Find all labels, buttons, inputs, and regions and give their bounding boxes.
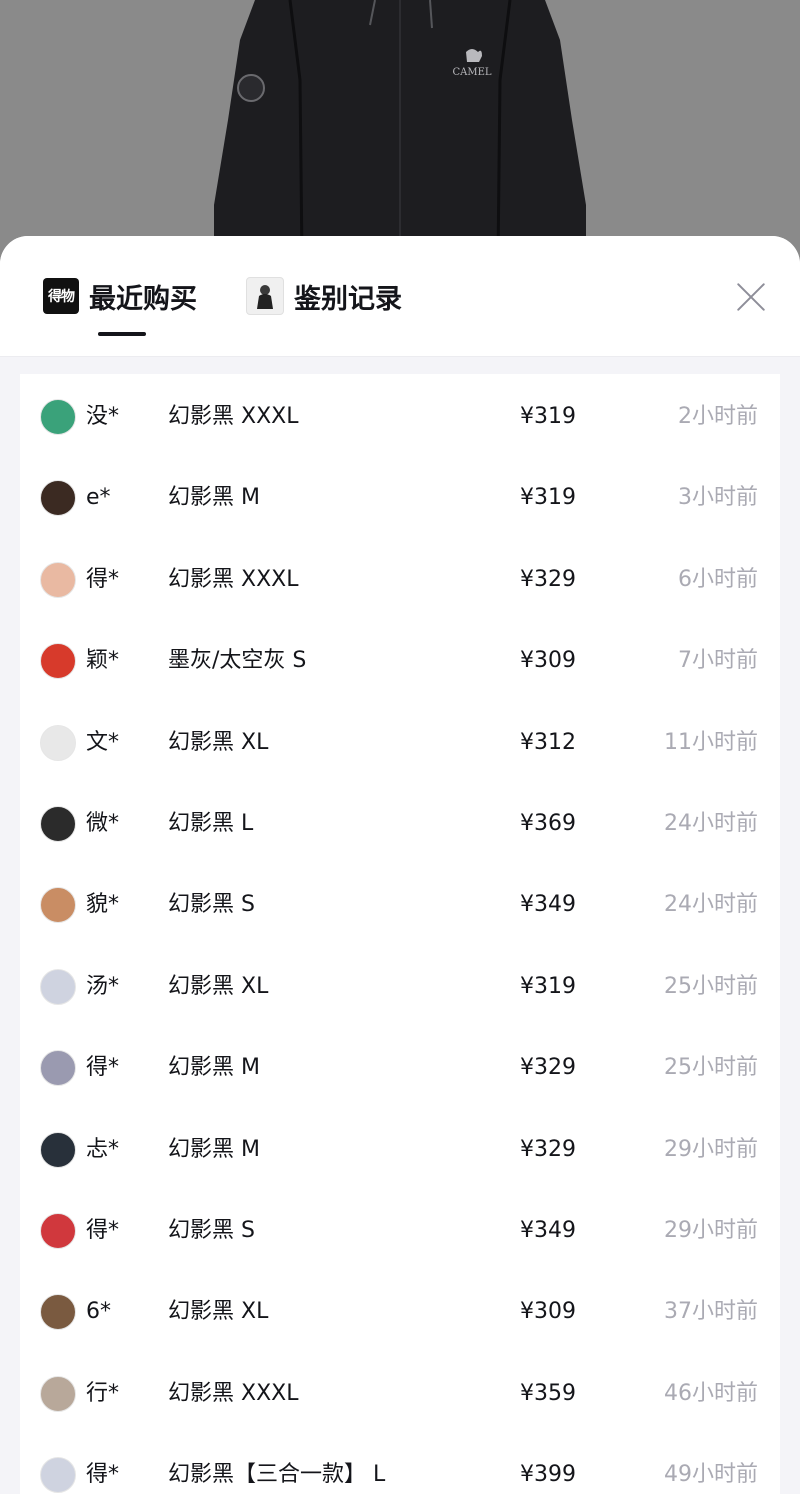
- purchase-time: 25小时前: [664, 1055, 758, 1081]
- purchase-time: 25小时前: [664, 973, 758, 999]
- buyer-name: 得*: [86, 1055, 120, 1081]
- avatar: [40, 1294, 76, 1331]
- purchase-row[interactable]: 汤* 幻影黑 XL ¥319 25小时前: [20, 946, 780, 1027]
- purchase-price: ¥319: [520, 485, 576, 511]
- avatar: [40, 1131, 76, 1168]
- avatar: [40, 887, 76, 924]
- avatar: [40, 968, 76, 1005]
- avatar: [40, 480, 76, 517]
- product-spec: 幻影黑 XXXL: [168, 566, 299, 592]
- purchase-row[interactable]: 得* 幻影黑 S ¥349 29小时前: [20, 1190, 780, 1271]
- purchase-price: ¥319: [520, 973, 576, 999]
- product-spec: 幻影黑 XXXL: [168, 1380, 299, 1406]
- buyer-name: 貌*: [86, 892, 120, 918]
- product-spec: 幻影黑 XL: [168, 1299, 269, 1325]
- purchase-row[interactable]: 忐* 幻影黑 M ¥329 29小时前: [20, 1109, 780, 1190]
- avatar: [40, 724, 76, 761]
- purchase-row[interactable]: 颖* 墨灰/太空灰 S ¥309 7小时前: [20, 620, 780, 701]
- purchase-time: 7小时前: [678, 648, 758, 674]
- purchase-price: ¥349: [520, 1218, 576, 1243]
- purchase-time: 24小时前: [664, 892, 758, 918]
- jacket-thumbnail-icon: [246, 277, 284, 315]
- product-spec: 幻影黑【三合一款】 L: [168, 1462, 386, 1488]
- avatar: [40, 1375, 76, 1412]
- product-spec: 幻影黑 XL: [168, 973, 269, 999]
- buyer-name: 得*: [86, 566, 120, 592]
- buyer-name: 得*: [86, 1462, 120, 1488]
- buyer-name: 行*: [86, 1380, 120, 1406]
- purchase-row[interactable]: e* 幻影黑 M ¥319 3小时前: [20, 457, 780, 538]
- tab-label: 最近购买: [89, 283, 197, 315]
- purchase-row[interactable]: 没* 幻影黑 XXXL ¥319 2小时前: [20, 376, 780, 457]
- buyer-name: 6*: [86, 1299, 111, 1325]
- purchase-time: 49小时前: [664, 1462, 758, 1488]
- purchase-price: ¥369: [520, 811, 576, 836]
- avatar: [40, 1213, 76, 1249]
- recent-purchases-sheet: 得物 最近购买 鉴别记录 没* 幻影黑 XXXL ¥319 2小时前 e* 幻影黑 M ¥3…: [0, 236, 800, 1494]
- buyer-name: 文*: [86, 729, 120, 755]
- purchase-row[interactable]: 微* 幻影黑 L ¥369 24小时前: [20, 783, 780, 864]
- product-spec: 幻影黑 XXXL: [168, 404, 299, 429]
- active-tab-indicator: [98, 332, 146, 336]
- jacket-image: CAMEL: [0, 0, 800, 260]
- purchase-row[interactable]: 得* 幻影黑 M ¥329 25小时前: [20, 1027, 780, 1108]
- purchase-time: 29小时前: [664, 1136, 758, 1162]
- purchase-list: 没* 幻影黑 XXXL ¥319 2小时前 e* 幻影黑 M ¥319 3小时前得* 幻影黑 X…: [20, 374, 780, 1494]
- product-spec: 墨灰/太空灰 S: [168, 648, 307, 674]
- purchase-time: 46小时前: [664, 1380, 758, 1406]
- avatar: [40, 399, 76, 435]
- brand-logo: CAMEL: [452, 67, 491, 78]
- purchase-time: 6小时前: [678, 566, 758, 592]
- purchase-row[interactable]: 6* 幻影黑 XL ¥309 37小时前: [20, 1271, 780, 1352]
- purchase-price: ¥329: [520, 1136, 576, 1162]
- purchase-row[interactable]: 貌* 幻影黑 S ¥349 24小时前: [20, 864, 780, 945]
- product-spec: 幻影黑 S: [168, 1218, 255, 1243]
- buyer-name: e*: [86, 485, 111, 511]
- avatar: [40, 561, 76, 598]
- purchase-row[interactable]: 得* 幻影黑 XXXL ¥329 6小时前: [20, 539, 780, 620]
- purchase-time: 29小时前: [664, 1218, 758, 1243]
- purchase-price: ¥312: [520, 729, 576, 755]
- purchase-price: ¥329: [520, 566, 576, 592]
- purchase-row[interactable]: 行* 幻影黑 XXXL ¥359 46小时前: [20, 1353, 780, 1434]
- product-spec: 幻影黑 S: [168, 892, 255, 918]
- buyer-name: 汤*: [86, 973, 120, 999]
- purchase-row[interactable]: 文* 幻影黑 XL ¥312 11小时前: [20, 702, 780, 783]
- product-spec: 幻影黑 M: [168, 1136, 260, 1162]
- purchase-time: 24小时前: [664, 811, 758, 836]
- tab-label: 鉴别记录: [294, 283, 402, 315]
- product-spec: 幻影黑 M: [168, 1055, 260, 1081]
- purchase-time: 37小时前: [664, 1299, 758, 1325]
- purchase-price: ¥319: [520, 404, 576, 429]
- avatar: [40, 643, 76, 680]
- avatar: [40, 1050, 76, 1087]
- dewu-logo-icon: 得物: [43, 278, 79, 314]
- purchase-price: ¥359: [520, 1380, 576, 1406]
- product-spec: 幻影黑 XL: [168, 729, 269, 755]
- product-spec: 幻影黑 L: [168, 811, 254, 836]
- buyer-name: 没*: [86, 404, 120, 429]
- purchase-time: 11小时前: [664, 729, 758, 755]
- buyer-name: 微*: [86, 811, 120, 836]
- close-icon[interactable]: [728, 274, 774, 320]
- buyer-name: 颖*: [86, 648, 120, 674]
- buyer-name: 忐*: [86, 1136, 120, 1162]
- purchase-row[interactable]: 得* 幻影黑【三合一款】 L ¥399 49小时前: [20, 1434, 780, 1494]
- avatar: [40, 1457, 76, 1494]
- purchase-price: ¥349: [520, 892, 576, 918]
- avatar: [40, 806, 76, 842]
- tab-authentication-records[interactable]: 鉴别记录: [246, 276, 402, 316]
- tab-recent-purchases[interactable]: 得物 最近购买: [43, 276, 197, 316]
- product-spec: 幻影黑 M: [168, 485, 260, 511]
- purchase-price: ¥329: [520, 1055, 576, 1081]
- purchase-time: 3小时前: [678, 485, 758, 511]
- buyer-name: 得*: [86, 1218, 120, 1243]
- purchase-price: ¥309: [520, 1299, 576, 1325]
- purchase-time: 2小时前: [678, 404, 758, 429]
- sheet-header: 得物 最近购买 鉴别记录: [0, 236, 800, 357]
- purchase-price: ¥309: [520, 648, 576, 674]
- purchase-price: ¥399: [520, 1462, 576, 1488]
- product-image: CAMEL: [0, 0, 800, 260]
